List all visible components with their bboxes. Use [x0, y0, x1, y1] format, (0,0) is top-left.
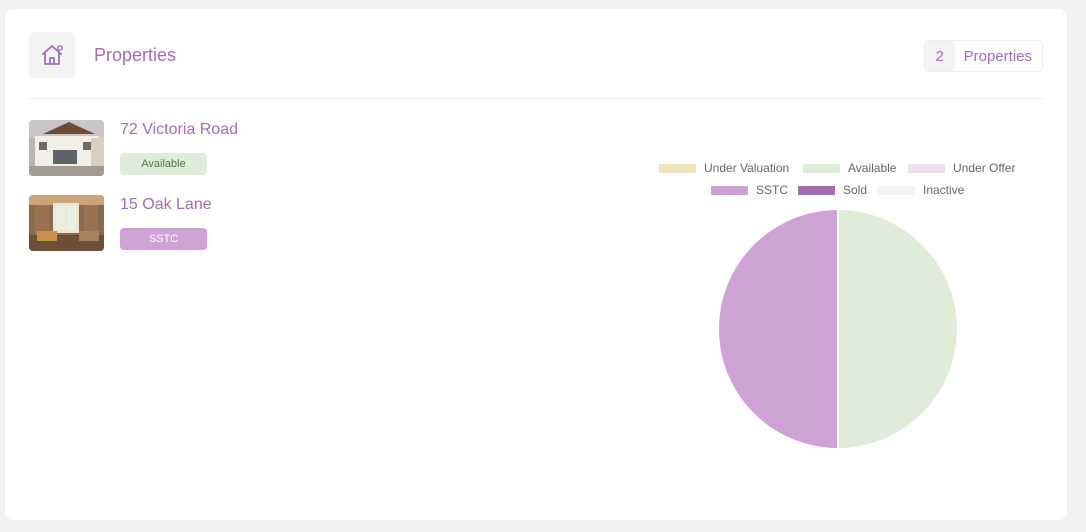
property-address[interactable]: 15 Oak Lane: [120, 196, 212, 214]
legend-swatch: [798, 185, 835, 195]
legend-swatch: [908, 163, 945, 173]
legend-label: SSTC: [756, 183, 789, 197]
property-address[interactable]: 72 Victoria Road: [120, 121, 238, 139]
legend-item-sold[interactable]: Sold: [798, 182, 867, 198]
property-thumbnail[interactable]: [29, 120, 104, 176]
pie-slice-sstc[interactable]: [717, 207, 839, 451]
legend-item-under-valuation[interactable]: Under Valuation: [659, 160, 789, 176]
header-divider: [29, 98, 1043, 99]
property-count: 2: [924, 41, 955, 71]
legend-label: Under Offer: [953, 161, 1016, 175]
legend-swatch: [659, 163, 696, 173]
property-thumbnail[interactable]: [29, 195, 104, 251]
page-title: Properties: [94, 45, 177, 65]
pie-slice-available[interactable]: [837, 207, 959, 451]
legend-swatch: [711, 185, 748, 195]
card-header: Properties 2 Properties: [29, 32, 1043, 78]
legend-item-sstc[interactable]: SSTC: [711, 182, 788, 198]
house-icon: [29, 32, 75, 78]
legend-item-available[interactable]: Available: [803, 160, 896, 176]
status-badge: SSTC: [120, 228, 207, 250]
properties-card: Properties 2 Properties 72 Victoria Road…: [5, 9, 1067, 520]
legend-item-inactive[interactable]: Inactive: [878, 182, 964, 198]
legend-label: Available: [848, 161, 897, 175]
property-count-badge: 2 Properties: [923, 40, 1043, 72]
property-item[interactable]: 15 Oak Lane SSTC: [29, 195, 429, 251]
property-item[interactable]: 72 Victoria Road Available: [29, 120, 429, 176]
legend-label: Under Valuation: [704, 161, 790, 175]
legend-swatch: [878, 185, 915, 195]
legend-swatch: [803, 163, 840, 173]
status-pie-chart: [717, 207, 959, 451]
legend-label: Inactive: [923, 183, 965, 197]
status-badge: Available: [120, 153, 207, 175]
legend-label: Sold: [843, 183, 868, 197]
legend-item-under-offer[interactable]: Under Offer: [908, 160, 1015, 176]
property-count-label: Properties: [954, 41, 1042, 71]
